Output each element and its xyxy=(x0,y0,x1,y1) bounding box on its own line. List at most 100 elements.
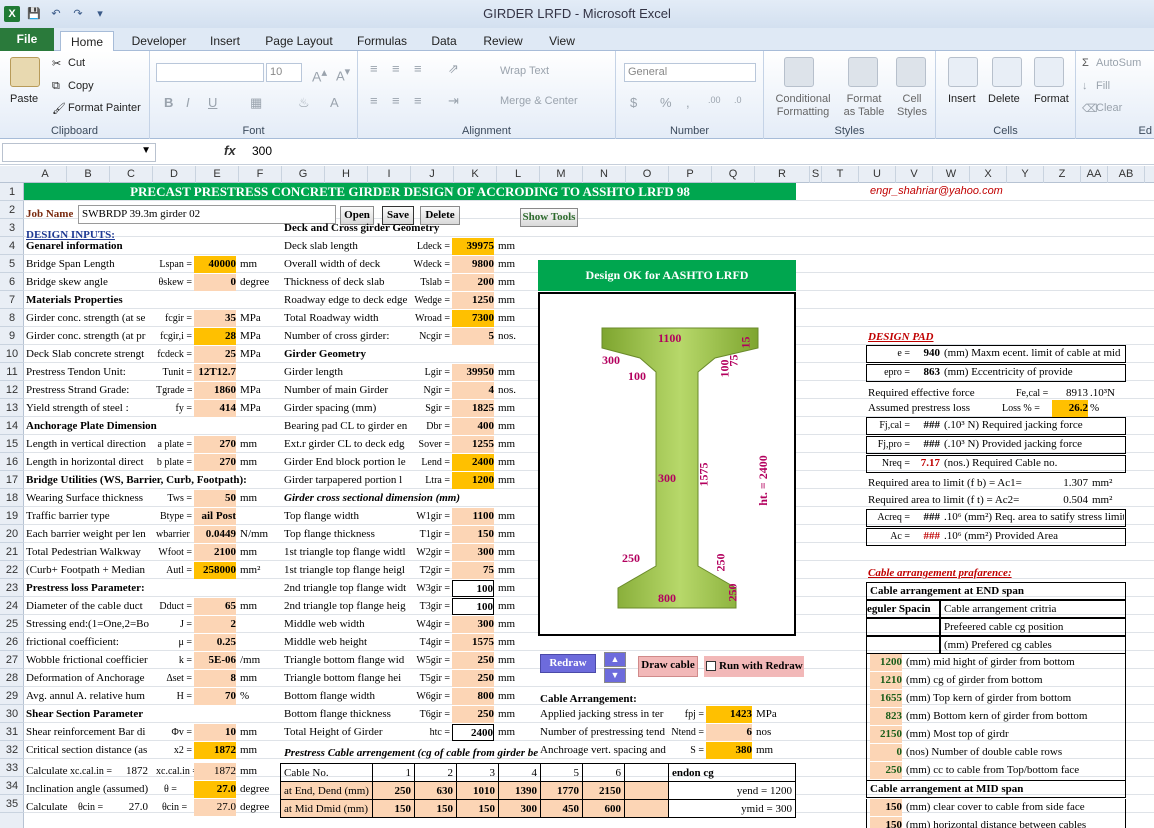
pref-value[interactable]: 250 xyxy=(870,762,902,779)
table-cell[interactable]: 150 xyxy=(413,799,457,818)
input-value[interactable]: 250 xyxy=(452,706,494,723)
table-cell[interactable]: 1390 xyxy=(497,781,541,800)
input-value[interactable]: 10 xyxy=(194,724,236,741)
table-cell[interactable]: 300 xyxy=(497,799,541,818)
table-cell[interactable]: 630 xyxy=(413,781,457,800)
input-value[interactable]: 1100 xyxy=(452,508,494,525)
input-value[interactable]: 28 xyxy=(194,328,236,345)
input-value[interactable]: 25 xyxy=(194,346,236,363)
input-value[interactable]: 380 xyxy=(706,742,752,759)
design-pad-value[interactable]: 26.2 xyxy=(1052,400,1088,417)
pref-value[interactable]: 2150 xyxy=(870,726,902,743)
input-value[interactable]: 12T12.7 xyxy=(194,364,236,381)
pref-value[interactable]: 150 xyxy=(870,799,902,816)
input-value[interactable]: 0.0449 xyxy=(194,526,236,543)
run-with-redraw-toggle[interactable]: Run with Redraw xyxy=(704,656,804,677)
input-value[interactable]: 70 xyxy=(194,688,236,705)
row33-label: Calculate xyxy=(26,765,68,777)
pref-value[interactable]: 823 xyxy=(870,708,902,725)
table-cell[interactable]: 150 xyxy=(371,799,415,818)
input-value[interactable]: ail Post xyxy=(194,508,236,525)
input-value[interactable]: 258000 xyxy=(194,562,236,579)
input-value[interactable]: 200 xyxy=(452,274,494,291)
input-value[interactable]: 2 xyxy=(194,616,236,633)
empty-cell[interactable] xyxy=(866,636,940,654)
input-value[interactable]: 400 xyxy=(452,418,494,435)
input-symbol: fcgir,i = xyxy=(160,331,192,342)
table-cell[interactable]: 450 xyxy=(539,799,583,818)
input-value[interactable]: 65 xyxy=(194,598,236,615)
row35-val2[interactable]: 27.0 xyxy=(194,799,236,816)
input-value[interactable]: 4 xyxy=(452,382,494,399)
input-value[interactable]: 1872 xyxy=(194,742,236,759)
table-cell[interactable]: 1010 xyxy=(455,781,499,800)
draw-cable-button[interactable]: Draw cable xyxy=(638,656,698,677)
input-value[interactable]: 1575 xyxy=(452,634,494,651)
input-value[interactable]: 0 xyxy=(194,274,236,291)
dim-web-width: 300 xyxy=(658,471,676,485)
spin-up-button[interactable]: ▲ xyxy=(604,652,626,667)
email-text[interactable]: engr_shahriar@yahoo.com xyxy=(870,183,1070,200)
dim-300-top: 300 xyxy=(602,353,620,367)
input-value[interactable]: 300 xyxy=(452,544,494,561)
input-value[interactable]: 2400 xyxy=(452,454,494,471)
checkbox-icon[interactable] xyxy=(706,661,716,672)
input-value[interactable]: 300 xyxy=(452,616,494,633)
input-value[interactable]: 5 xyxy=(452,328,494,345)
input-value[interactable]: 800 xyxy=(452,688,494,705)
row33-val2[interactable]: 1872 xyxy=(194,763,236,780)
input-unit: mm xyxy=(240,546,258,558)
input-label: 1st triangle top flange widtl xyxy=(284,546,406,558)
table-cell[interactable]: 1770 xyxy=(539,781,583,800)
input-unit: mm xyxy=(756,744,774,756)
input-value[interactable]: 5E-06 xyxy=(194,652,236,669)
row34-val[interactable]: 27.0 xyxy=(194,781,236,798)
input-value[interactable]: 75 xyxy=(452,562,494,579)
table-cell[interactable]: 600 xyxy=(581,799,625,818)
table-cell[interactable]: 150 xyxy=(455,799,499,818)
input-value[interactable]: 1423 xyxy=(706,706,752,723)
input-value[interactable]: 39975 xyxy=(452,238,494,255)
row35-val1: 27.0 xyxy=(128,801,148,813)
input-value[interactable]: 9800 xyxy=(452,256,494,273)
input-value[interactable]: 6 xyxy=(706,724,752,741)
input-value[interactable]: 8 xyxy=(194,670,236,687)
input-value[interactable]: 270 xyxy=(194,454,236,471)
input-unit: mm xyxy=(498,708,516,720)
input-value[interactable]: 1860 xyxy=(194,382,236,399)
input-value[interactable]: 414 xyxy=(194,400,236,417)
input-value[interactable]: 35 xyxy=(194,310,236,327)
table-cell[interactable]: 2150 xyxy=(581,781,625,800)
job-name-label: Job Name xyxy=(26,208,74,220)
redraw-button[interactable]: Redraw xyxy=(540,654,596,673)
input-value[interactable]: 0.25 xyxy=(194,634,236,651)
table-cell[interactable]: 250 xyxy=(371,781,415,800)
input-value[interactable]: 2100 xyxy=(194,544,236,561)
input-value[interactable]: 2400 xyxy=(452,724,494,741)
design-pad-value: ### xyxy=(923,530,941,542)
pref-value[interactable]: 0 xyxy=(870,744,902,761)
regular-spacing-cell[interactable]: eguler Spacin xyxy=(866,600,940,618)
input-value[interactable]: 1255 xyxy=(452,436,494,453)
spin-down-button[interactable]: ▼ xyxy=(604,668,626,683)
pref-value[interactable]: 1200 xyxy=(870,654,902,671)
input-symbol: Tgrade = xyxy=(156,385,192,396)
pref-value[interactable]: 150 xyxy=(870,817,902,828)
pref-value[interactable]: 1210 xyxy=(870,672,902,689)
input-value[interactable]: 1825 xyxy=(452,400,494,417)
input-value[interactable]: 150 xyxy=(452,526,494,543)
input-value[interactable]: 100 xyxy=(452,598,494,615)
input-label: Each barrier weight per len xyxy=(26,528,146,540)
input-value[interactable]: 39950 xyxy=(452,364,494,381)
input-value[interactable]: 250 xyxy=(452,652,494,669)
input-value[interactable]: 50 xyxy=(194,490,236,507)
input-value[interactable]: 40000 xyxy=(194,256,236,273)
input-value[interactable]: 7300 xyxy=(452,310,494,327)
input-value[interactable]: 1200 xyxy=(452,472,494,489)
input-value[interactable]: 1250 xyxy=(452,292,494,309)
input-value[interactable]: 100 xyxy=(452,580,494,597)
empty-cell[interactable] xyxy=(866,618,940,636)
input-value[interactable]: 250 xyxy=(452,670,494,687)
input-value[interactable]: 270 xyxy=(194,436,236,453)
pref-value[interactable]: 1655 xyxy=(870,690,902,707)
